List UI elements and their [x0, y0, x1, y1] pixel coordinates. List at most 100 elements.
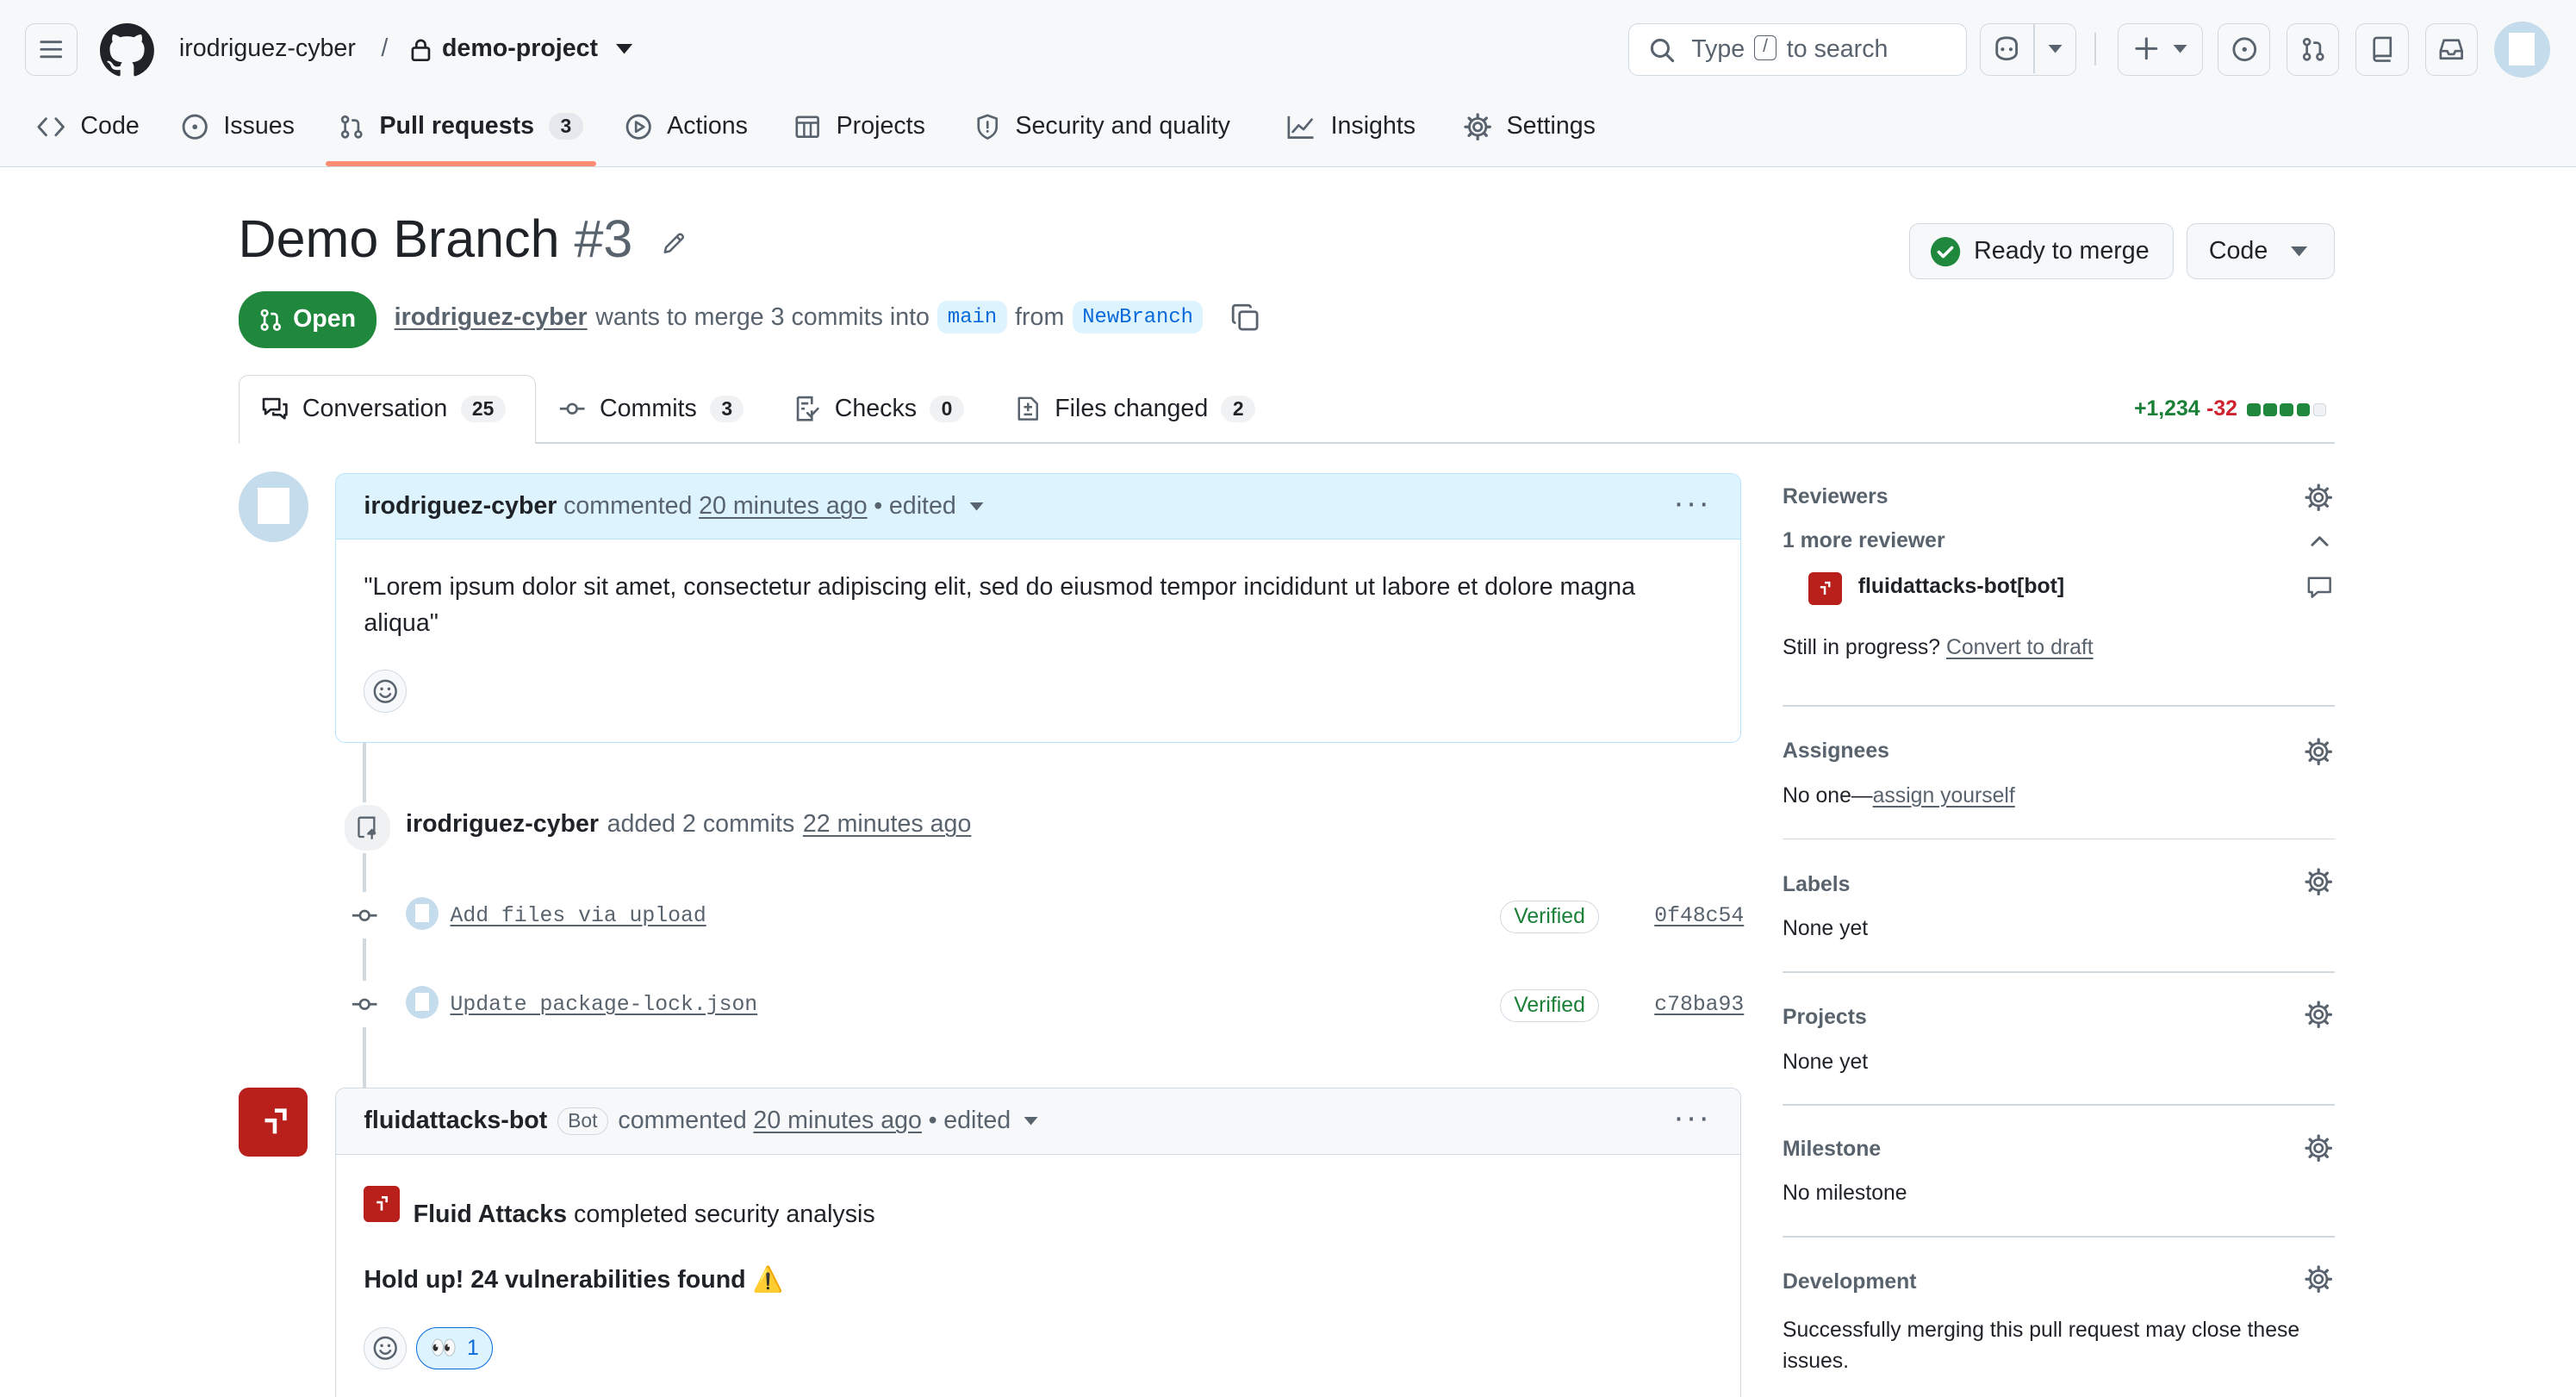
vulnerability-summary-text: Hold up! 24 vulnerabilities found: [364, 1266, 746, 1294]
tab-insights[interactable]: Insights: [1286, 96, 1416, 158]
gear-icon[interactable]: [2305, 868, 2333, 895]
push-timestamp[interactable]: 22 minutes ago: [803, 810, 972, 839]
create-new-button[interactable]: [2117, 22, 2204, 76]
projects-title[interactable]: Projects: [1783, 1006, 1867, 1030]
commit-message-link[interactable]: Update package-lock.json: [450, 993, 757, 1017]
checklist-icon: [796, 396, 819, 421]
github-mark-icon[interactable]: [100, 22, 155, 78]
avatar-pattern: [415, 992, 429, 1011]
chevron-up-icon[interactable]: [2310, 534, 2330, 547]
convert-to-draft-link[interactable]: Convert to draft: [1946, 636, 2094, 659]
tab-settings[interactable]: Settings: [1464, 96, 1596, 158]
tab-conversation[interactable]: Conversation 25: [261, 395, 506, 423]
pencil-icon[interactable]: [661, 230, 688, 257]
kebab-menu-icon[interactable]: ···: [1673, 1101, 1711, 1134]
tab-files-changed[interactable]: Files changed 2: [1015, 394, 1255, 423]
tab-security[interactable]: Security and quality: [974, 96, 1230, 158]
reviewers-title[interactable]: Reviewers: [1783, 485, 1888, 509]
edited-menu-label[interactable]: edited: [889, 492, 956, 521]
more-reviewer-toggle[interactable]: 1 more reviewer: [1783, 529, 1945, 553]
copilot-icon[interactable]: [1992, 35, 2021, 62]
repo-name-link[interactable]: demo-project: [442, 34, 598, 63]
tab-code[interactable]: Code: [36, 96, 140, 158]
pr-author-link[interactable]: irodriguez-cyber: [395, 303, 588, 332]
comment-timestamp[interactable]: 20 minutes ago: [753, 1107, 922, 1135]
comment-icon[interactable]: [2306, 574, 2333, 601]
gear-icon[interactable]: [2305, 1001, 2333, 1029]
search-input[interactable]: Type / to search: [1627, 22, 1967, 76]
push-author[interactable]: irodriguez-cyber: [406, 810, 599, 839]
copilot-button-group[interactable]: [1979, 22, 2077, 76]
diffstat-blocks: [2247, 402, 2326, 417]
user-avatar[interactable]: [2493, 21, 2550, 78]
avatar[interactable]: [406, 986, 439, 1020]
comment-author[interactable]: irodriguez-cyber: [364, 492, 557, 521]
separator-dot: •: [928, 1107, 937, 1135]
notifications-button[interactable]: [2424, 22, 2478, 76]
repo-owner-link[interactable]: irodriguez-cyber: [179, 34, 356, 63]
add-reaction-button[interactable]: [364, 1326, 407, 1370]
development-title[interactable]: Development: [1783, 1270, 1917, 1294]
deletions-count: -32: [2206, 397, 2237, 421]
verified-badge[interactable]: Verified: [1499, 989, 1600, 1022]
inbox-icon: [2439, 39, 2463, 60]
ready-to-merge-button[interactable]: Ready to merge: [1908, 223, 2174, 280]
commit-message-link[interactable]: Add files via upload: [450, 904, 706, 928]
pull-requests-count-badge: 3: [549, 113, 583, 140]
tab-commits[interactable]: Commits 3: [558, 395, 744, 423]
commit-sha-link[interactable]: c78ba93: [1654, 993, 1744, 1017]
smiley-icon: [373, 1337, 397, 1361]
pr-merge-summary: irodriguez-cyber wants to merge 3 commit…: [395, 300, 1204, 334]
caret-down-icon[interactable]: [1024, 1117, 1038, 1126]
kebab-menu-icon[interactable]: ···: [1673, 487, 1711, 520]
avatar[interactable]: [406, 897, 439, 931]
avatar[interactable]: [238, 471, 309, 543]
code-dropdown-button[interactable]: Code: [2187, 223, 2335, 280]
bot-avatar[interactable]: [238, 1088, 308, 1157]
milestone-title[interactable]: Milestone: [1783, 1138, 1881, 1162]
base-branch[interactable]: main: [937, 300, 1007, 334]
labels-title[interactable]: Labels: [1783, 873, 1850, 897]
caret-down-icon[interactable]: [969, 502, 984, 511]
verified-badge[interactable]: Verified: [1499, 900, 1600, 933]
labels-value: None yet: [1782, 917, 1869, 941]
git-pull-request-icon: [340, 115, 363, 139]
eyes-reaction-button[interactable]: 👀 1: [416, 1326, 493, 1370]
issues-shortcut-button[interactable]: [2218, 22, 2271, 76]
caret-down-icon[interactable]: [2048, 45, 2063, 53]
menu-button[interactable]: [24, 22, 78, 76]
search-icon: [1650, 38, 1674, 63]
tab-projects[interactable]: Projects: [793, 96, 925, 158]
assign-yourself-link[interactable]: assign yourself: [1873, 784, 2015, 808]
git-pull-request-icon: [260, 309, 282, 331]
comment-author[interactable]: fluidattacks-bot: [364, 1107, 547, 1135]
conversation-count-badge: 25: [460, 395, 506, 422]
edited-menu-label[interactable]: edited: [943, 1107, 1011, 1135]
tab-conversation-label: Conversation: [302, 394, 448, 422]
copy-icon[interactable]: [1230, 302, 1260, 332]
commit-sha-link[interactable]: 0f48c54: [1654, 904, 1744, 928]
tab-issues[interactable]: Issues: [181, 96, 295, 158]
comment-timestamp[interactable]: 20 minutes ago: [699, 492, 868, 521]
reviewer-name[interactable]: fluidattacks-bot[bot]: [1858, 575, 2064, 599]
assignees-title[interactable]: Assignees: [1783, 739, 1889, 764]
reviewer-avatar[interactable]: [1808, 571, 1842, 605]
warning-emoji: ⚠️: [752, 1266, 784, 1294]
sidebar-divider: [1782, 838, 2335, 840]
tab-files-changed-label: Files changed: [1055, 394, 1209, 422]
gear-icon[interactable]: [2305, 1265, 2333, 1294]
fluid-attacks-logo-icon: [376, 1195, 389, 1211]
gear-icon[interactable]: [2305, 738, 2333, 766]
tab-actions[interactable]: Actions: [625, 96, 748, 158]
fluid-attacks-logo: [364, 1185, 401, 1222]
tab-pull-requests[interactable]: Pull requests 3: [339, 96, 583, 158]
tab-checks[interactable]: Checks 0: [793, 395, 964, 423]
caret-down-icon[interactable]: [616, 44, 633, 54]
pull-requests-shortcut-button[interactable]: [2287, 22, 2340, 76]
repositories-button[interactable]: [2355, 22, 2409, 76]
gear-icon[interactable]: [2305, 1134, 2333, 1162]
add-reaction-button[interactable]: [364, 670, 407, 713]
head-branch[interactable]: NewBranch: [1072, 300, 1204, 334]
issue-opened-icon: [182, 114, 208, 140]
gear-icon[interactable]: [2305, 483, 2333, 511]
